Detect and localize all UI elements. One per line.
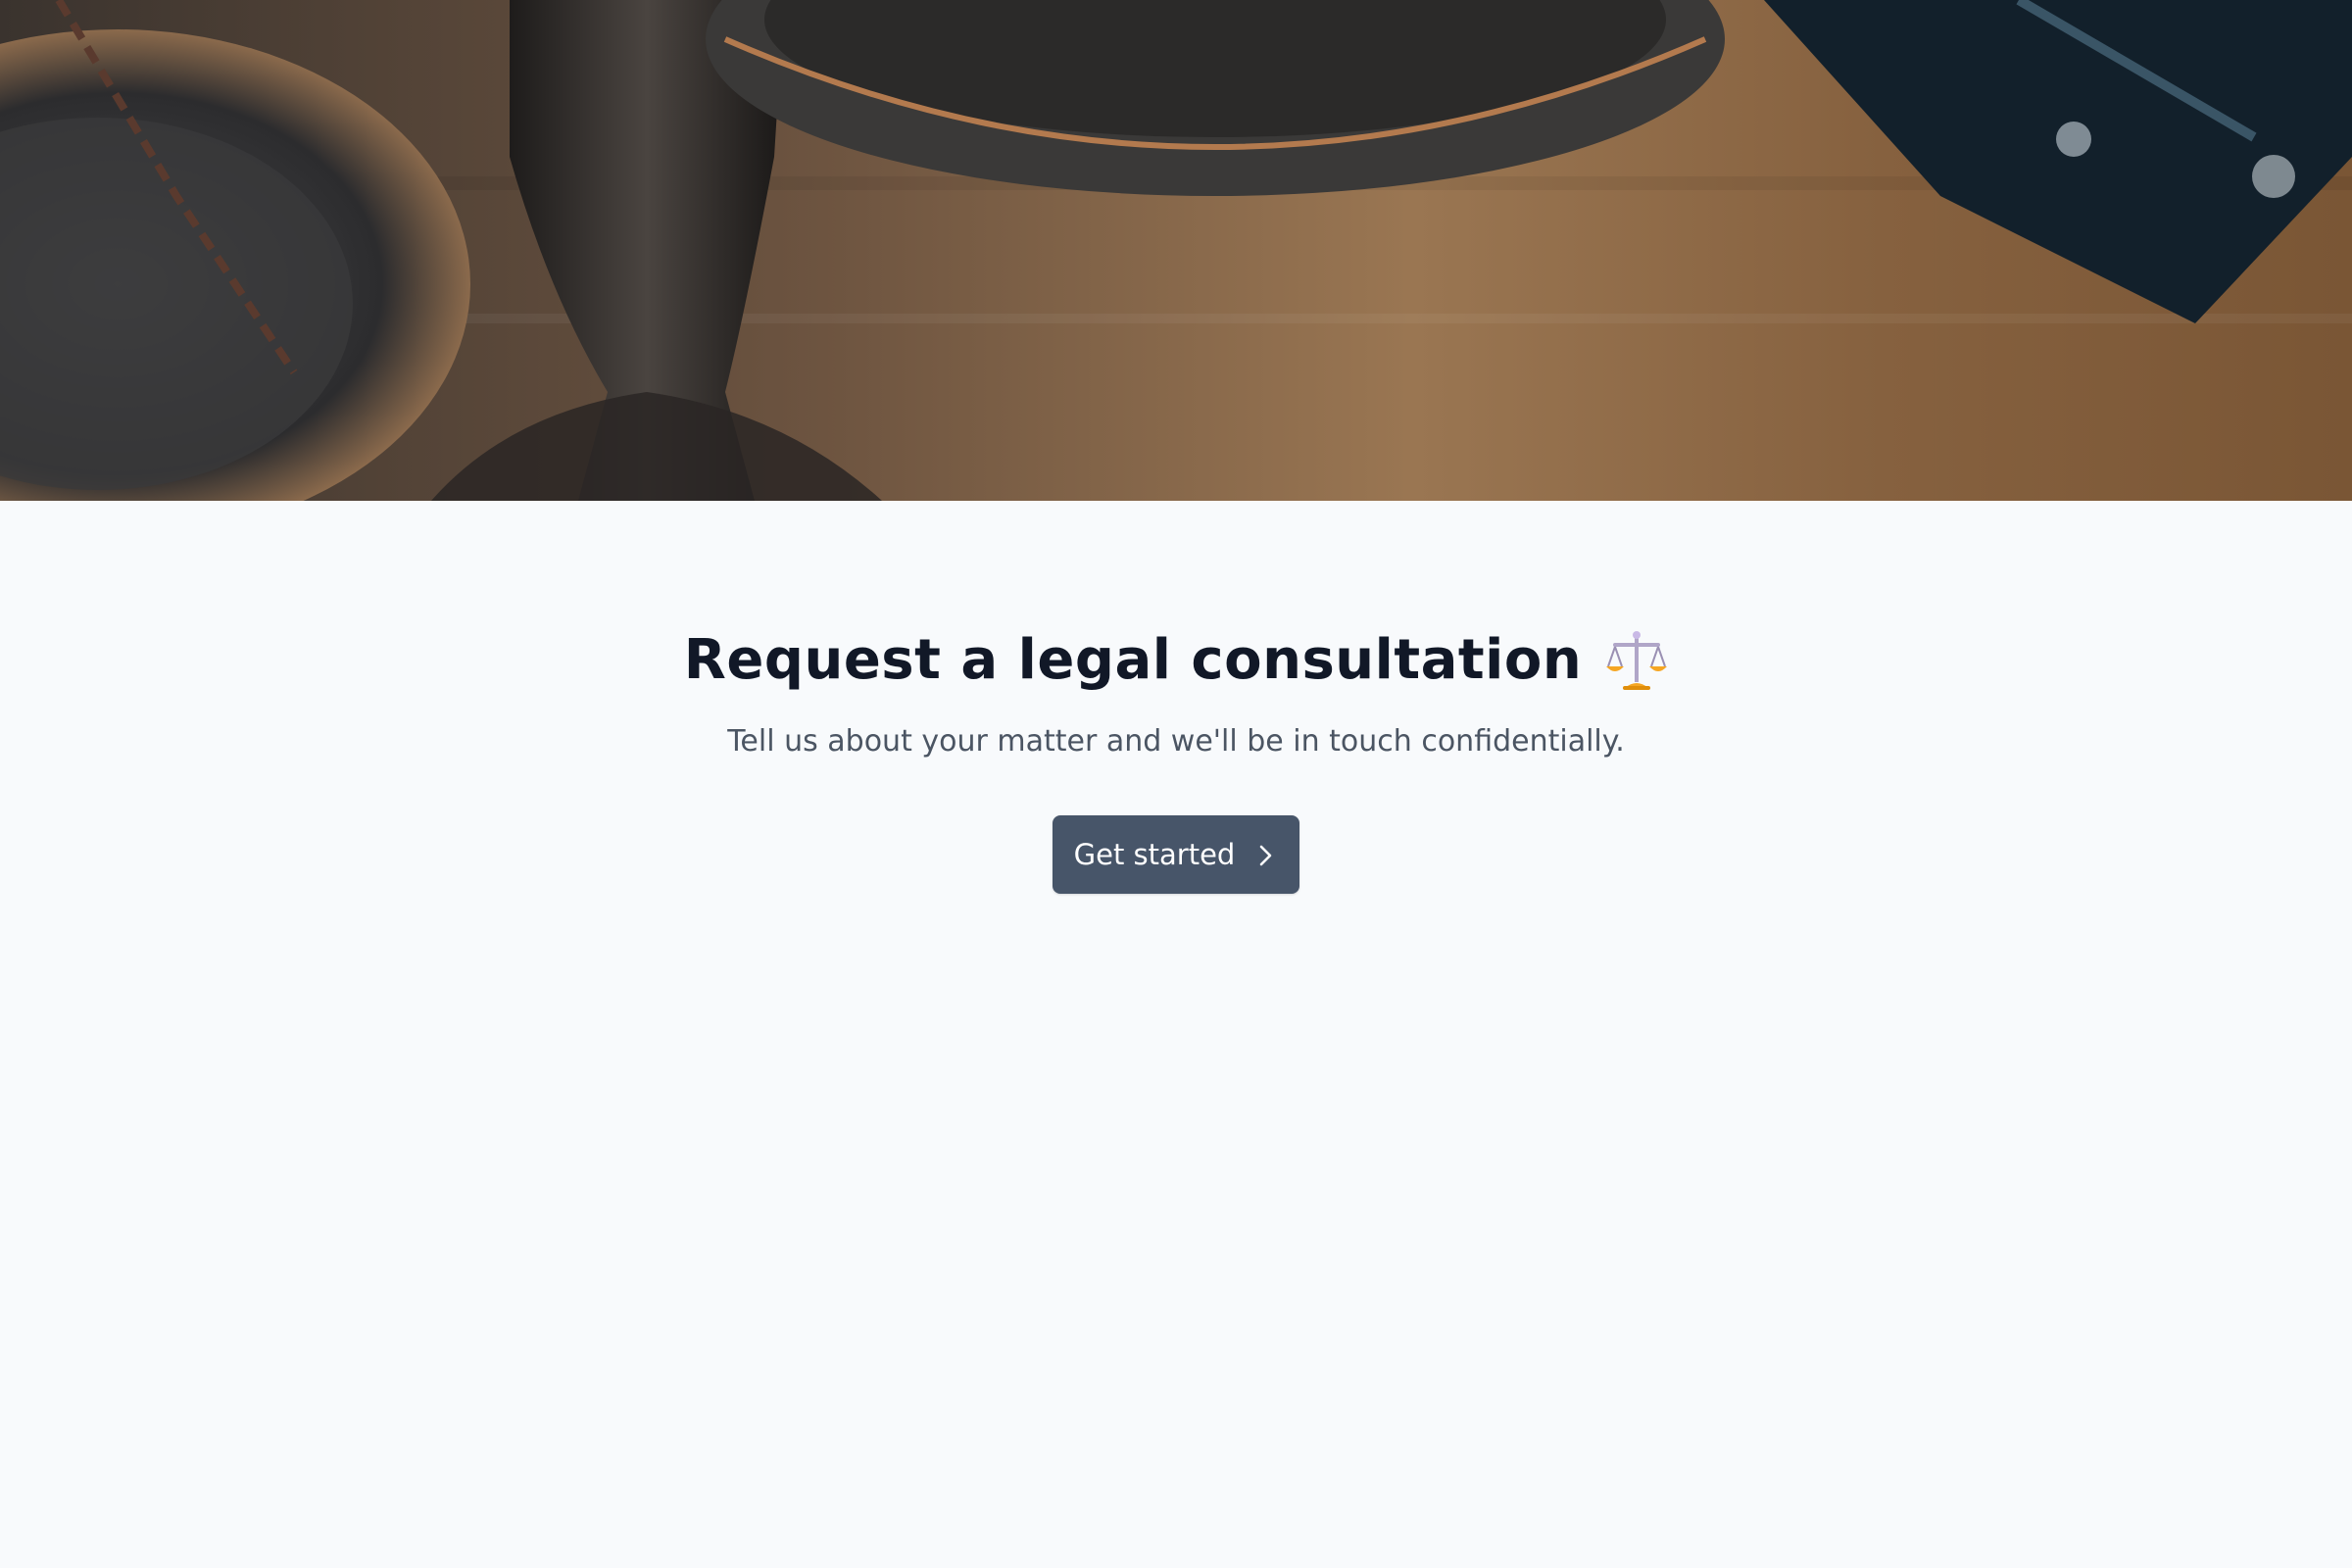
page-subtitle: Tell us about your matter and we'll be i… xyxy=(727,724,1625,759)
hero-image xyxy=(0,0,2352,501)
title-row: Request a legal consultation xyxy=(0,628,2352,692)
get-started-label: Get started xyxy=(1073,838,1236,871)
chevron-right-icon xyxy=(1252,842,1278,867)
main-content: Request a legal consultation Tell us abo… xyxy=(0,501,2352,1568)
page-title: Request a legal consultation xyxy=(683,628,1583,692)
scales-photo xyxy=(0,0,2352,501)
balance-scale-icon xyxy=(1605,629,1668,692)
get-started-button[interactable]: Get started xyxy=(1053,815,1299,894)
